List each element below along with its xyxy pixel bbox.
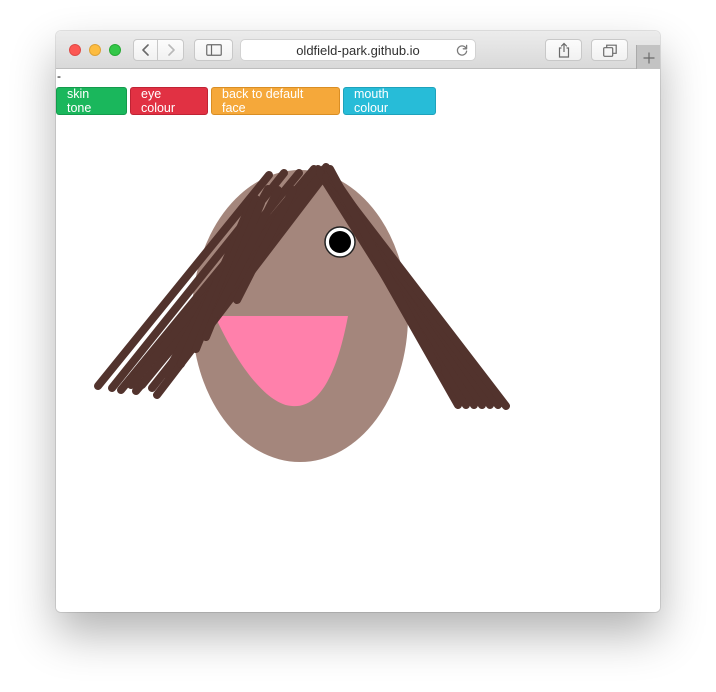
chevron-left-icon (141, 44, 149, 56)
skin-tone-button[interactable]: skin tone (56, 87, 127, 115)
sidebar-button[interactable] (194, 39, 233, 61)
tabs-overview-icon (602, 44, 617, 57)
page-content: - skin tone eye colour back to default f… (56, 69, 660, 612)
default-face-button[interactable]: back to default face (211, 87, 340, 115)
close-window-button[interactable] (69, 44, 81, 56)
url-text: oldfield-park.github.io (296, 43, 420, 58)
screenshot-stage: oldfield-park.github.io - skin tone eye … (0, 0, 716, 692)
right-eye-pupil (329, 231, 351, 253)
plus-icon (643, 52, 654, 63)
share-icon (558, 42, 569, 58)
browser-toolbar: oldfield-park.github.io (56, 31, 660, 70)
maximize-window-button[interactable] (109, 44, 121, 56)
sidebar-icon (205, 44, 222, 56)
reload-icon[interactable] (455, 43, 469, 57)
tabs-overview-button[interactable] (591, 39, 628, 61)
share-button[interactable] (545, 39, 582, 61)
minimize-window-button[interactable] (89, 44, 101, 56)
new-tab-button[interactable] (636, 45, 660, 70)
back-button[interactable] (133, 39, 158, 61)
face-canvas (94, 163, 510, 462)
address-bar[interactable]: oldfield-park.github.io (240, 39, 476, 61)
browser-window: oldfield-park.github.io - skin tone eye … (56, 31, 660, 612)
forward-button[interactable] (158, 39, 184, 61)
chevron-right-icon (167, 44, 175, 56)
mouth-colour-button[interactable]: mouth colour (343, 87, 436, 115)
eye-colour-button[interactable]: eye colour (130, 87, 208, 115)
